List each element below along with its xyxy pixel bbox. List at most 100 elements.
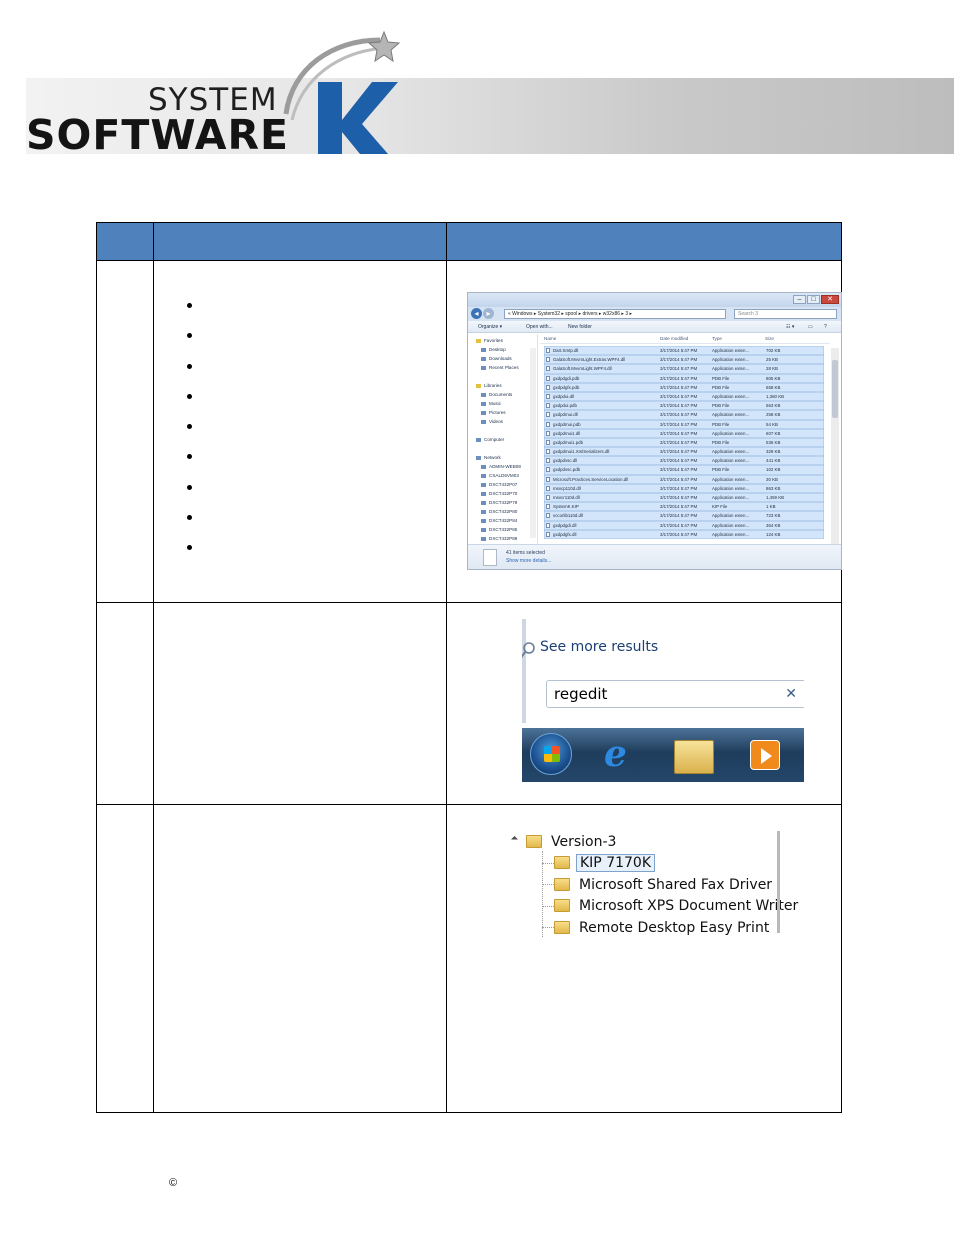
explorer-address-bar: ◂ ▸ « Windows ▸ System32 ▸ spool ▸ drive… <box>468 307 841 321</box>
file-size: 54 KB <box>766 421 778 427</box>
computer-icon <box>476 438 481 442</box>
file-name: gxdpdui.dll <box>553 393 574 399</box>
registry-key: Remote Desktop Easy Print <box>554 918 772 938</box>
file-row: gxdpdgfx.dll 3/17/2014 5:47 PM Application… <box>544 529 824 539</box>
file-icon <box>546 467 550 473</box>
file-type: PDB File <box>712 421 730 427</box>
file-type: Application exten... <box>712 531 750 537</box>
file-name: Microsoft.Practices.ServiceLocation.dll <box>553 476 629 482</box>
file-row: GalaSoft.MvvmLight.Extras.WPF4.dll 3/17/2… <box>544 355 824 365</box>
file-column-headers: Name Date modified Type Size <box>540 334 830 344</box>
selection-count: 41 items selected <box>506 550 545 556</box>
file-row: gxdpdgdi.pdb 3/17/2014 5:47 PM PDB File 805… <box>544 373 824 383</box>
file-date: 3/17/2014 5:47 PM <box>660 403 698 409</box>
nav-item: Documents <box>481 392 512 397</box>
col-type: Type <box>712 336 722 341</box>
file-type: Application exten... <box>712 476 750 482</box>
file-type: PDB File <box>712 384 730 390</box>
file-row: gxdpdmui1.pdb 3/17/2014 5:47 PM PDB File 53… <box>544 437 824 448</box>
folder-icon <box>554 920 570 934</box>
file-type: Application exten... <box>712 458 750 464</box>
file-icon <box>546 403 550 409</box>
file-name: gxdpdui.pdb <box>553 403 577 409</box>
file-row: msvcr110d.dll 3/17/2014 5:47 PM Applicatio… <box>544 493 824 503</box>
start-orb-icon <box>530 733 572 775</box>
registry-key-root: Version-3 <box>526 832 619 852</box>
file-name: gxdpdgfx.pdb <box>553 384 580 390</box>
folder-icon <box>554 899 570 912</box>
folder-icon <box>554 877 570 891</box>
file-name: vccorlib110d.dll <box>553 513 583 519</box>
file-date: 3/17/2014 5:47 PM <box>660 513 698 519</box>
maximize-icon: □ <box>807 295 820 304</box>
file-date: 3/17/2014 5:47 PM <box>660 384 698 390</box>
file-icon <box>546 513 550 519</box>
file-type: Application exten... <box>712 522 750 528</box>
file-size: 30 KB <box>766 476 778 482</box>
recent-icon <box>481 366 486 370</box>
file-row: gxdpdui.pdb 3/17/2014 5:47 PM PDB File 563 … <box>544 401 824 411</box>
file-size: 607 KB <box>766 430 781 436</box>
file-icon <box>546 449 550 455</box>
file-name: SystemK.KIP <box>553 504 579 510</box>
file-size: 364 KB <box>766 522 781 528</box>
clear-search-icon: ✕ <box>785 686 797 702</box>
expand-triangle-icon <box>510 835 519 844</box>
file-type: PDB File <box>712 403 730 409</box>
file-date: 3/17/2014 5:47 PM <box>660 504 698 510</box>
taskbar: e <box>522 728 804 782</box>
documents-icon <box>481 393 486 397</box>
table-header-row <box>97 223 841 260</box>
file-row: GalaSoft.MvvmLight.WPF4.dll 3/17/2014 5:4… <box>544 364 824 374</box>
file-name: gxdpdvsc.dll <box>553 458 578 464</box>
file-icon <box>546 357 550 363</box>
file-row: gxdpdgfx.pdb 3/17/2014 5:47 PM PDB File 658… <box>544 382 824 392</box>
nav-item: DXCT432P84 <box>481 518 517 523</box>
registry-key: KIP 7170K <box>554 853 656 873</box>
file-size: 536 KB <box>766 439 781 445</box>
folder-icon <box>554 856 570 869</box>
file-icon <box>546 531 550 537</box>
file-scrollbar <box>831 348 839 544</box>
file-size: 441 KB <box>766 458 781 464</box>
file-row: gxdpdgdi.dll 3/17/2014 5:47 PM Application… <box>544 520 824 530</box>
file-row: gxdpdui.dll 3/17/2014 5:47 PM Application … <box>544 391 824 402</box>
file-type: Application exten... <box>712 357 750 363</box>
open-with-button: Open with... <box>526 324 553 330</box>
folder-icon <box>526 835 542 848</box>
file-name: gxdpdgdi.dll <box>553 522 577 528</box>
file-size: 1 KB <box>766 504 776 510</box>
col-date: Date modified <box>660 336 689 341</box>
header-cell-description <box>154 223 447 260</box>
start-search-input: regedit ✕ <box>546 680 804 708</box>
file-list: Dart.Smtp.dll 3/17/2014 5:47 PM Applicatio… <box>544 346 824 539</box>
nav-scrollbar <box>530 348 536 538</box>
logo-k-letter: K <box>262 28 263 29</box>
file-date: 3/17/2014 5:47 PM <box>660 430 698 436</box>
file-name: GalaSoft.MvvmLight.WPF4.dll <box>553 366 612 372</box>
view-options-icon: ☷ ▾ <box>786 324 795 330</box>
file-date: 3/17/2014 5:47 PM <box>660 449 698 455</box>
file-size: 1,360 KB <box>766 393 785 399</box>
file-type: Application exten... <box>712 348 750 353</box>
search-icon <box>522 642 535 658</box>
explorer-titlebar: – □ ✕ <box>468 293 841 307</box>
nav-item: Music <box>481 401 501 406</box>
minimize-icon: – <box>793 295 806 304</box>
file-date: 3/17/2014 5:47 PM <box>660 393 698 399</box>
start-menu-panel: See more results regedit ✕ <box>522 619 804 723</box>
file-name: gxdpdmui.dll <box>553 412 578 418</box>
file-icon <box>546 439 550 445</box>
nav-item: ADMIN-WEB08 <box>481 464 521 469</box>
file-date: 3/17/2014 5:47 PM <box>660 467 698 473</box>
nav-item: Pictures <box>481 410 506 415</box>
file-type: Application exten... <box>712 366 750 372</box>
file-icon <box>546 430 550 436</box>
file-date: 3/17/2014 5:47 PM <box>660 357 698 363</box>
pc-icon <box>481 474 486 478</box>
file-date: 3/17/2014 5:47 PM <box>660 531 698 537</box>
nav-item: Desktop <box>481 347 506 352</box>
file-date: 3/17/2014 5:47 PM <box>660 421 698 427</box>
file-row: gxdpdmui1.dll 3/17/2014 5:47 PM Applicatio… <box>544 428 824 438</box>
nav-item: Network <box>476 455 501 460</box>
